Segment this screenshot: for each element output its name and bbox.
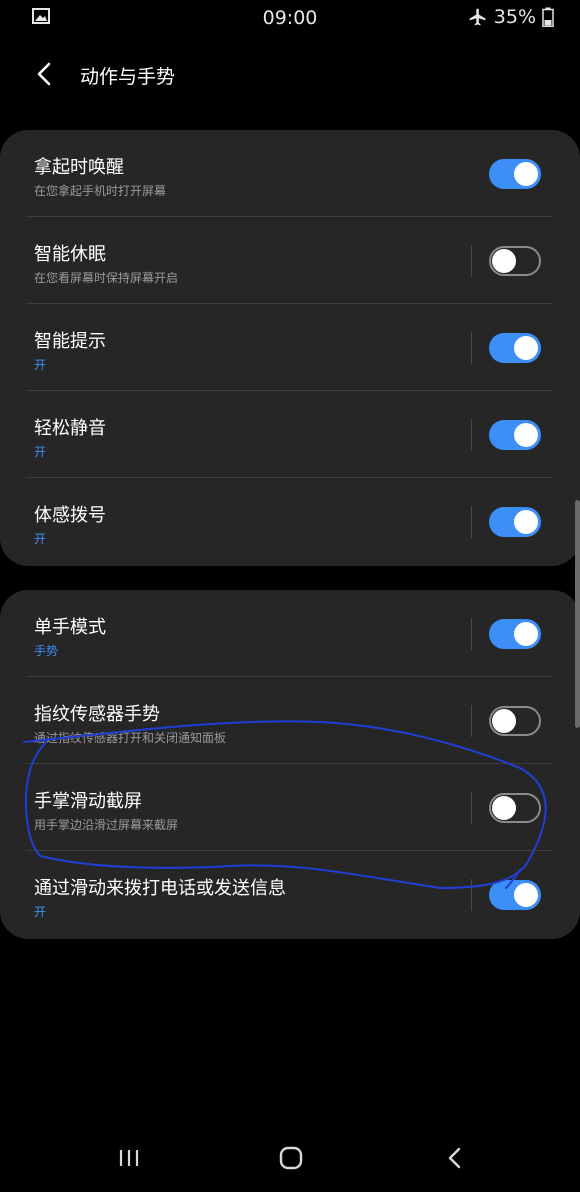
setting-title: 体感拨号 [34, 505, 106, 526]
setting-title: 智能提示 [34, 331, 106, 352]
setting-subtitle: 开 [34, 445, 47, 459]
vertical-separator [471, 618, 472, 650]
setting-smart-alert[interactable]: 智能提示 开 [0, 304, 580, 391]
setting-title: 单手模式 [34, 617, 106, 638]
vertical-separator [471, 245, 472, 277]
one-handed-mode-toggle[interactable] [489, 619, 541, 649]
smart-alert-toggle[interactable] [489, 333, 541, 363]
home-icon[interactable] [278, 1144, 304, 1172]
setting-title: 手掌滑动截屏 [34, 791, 142, 812]
toggle-knob [514, 510, 538, 534]
chevron-left-icon [37, 62, 51, 86]
status-bar: 09:00 35% [0, 0, 580, 36]
airplane-icon [469, 8, 486, 26]
vertical-separator [471, 506, 472, 538]
recents-icon[interactable] [116, 1144, 142, 1172]
fingerprint-gestures-toggle[interactable] [489, 706, 541, 736]
setting-fingerprint-gestures[interactable]: 指纹传感器手势 通过指纹传感器打开和关闭通知面板 [0, 677, 580, 764]
lift-to-wake-toggle[interactable] [489, 159, 541, 189]
vertical-separator [471, 792, 472, 824]
setting-direct-call[interactable]: 体感拨号 开 [0, 478, 580, 565]
back-icon[interactable] [442, 1144, 468, 1172]
vertical-separator [471, 879, 472, 911]
settings-card-gestures: 单手模式 手势 指纹传感器手势 通过指纹传感器打开和关闭通知面板 手掌滑动截屏 … [0, 590, 580, 939]
setting-title: 智能休眠 [34, 244, 106, 265]
setting-subtitle: 用手掌边沿滑过屏幕来截屏 [34, 818, 179, 832]
setting-swipe-to-call[interactable]: 通过滑动来拨打电话或发送信息 开 [0, 851, 580, 938]
toggle-knob [514, 162, 538, 186]
toggle-knob [514, 423, 538, 447]
vertical-separator [471, 332, 472, 364]
smart-stay-toggle[interactable] [489, 246, 541, 276]
vertical-separator [471, 705, 472, 737]
setting-subtitle: 开 [34, 358, 47, 372]
setting-title: 拿起时唤醒 [34, 157, 124, 178]
toggle-knob [514, 883, 538, 907]
swipe-to-call-toggle[interactable] [489, 880, 541, 910]
direct-call-toggle[interactable] [489, 507, 541, 537]
toggle-knob [514, 622, 538, 646]
setting-subtitle: 开 [34, 905, 47, 919]
status-right: 35% [468, 6, 554, 28]
battery-icon [542, 7, 554, 27]
battery-percent: 35% [493, 6, 536, 28]
setting-lift-to-wake[interactable]: 拿起时唤醒 在您拿起手机时打开屏幕 [0, 130, 580, 217]
toggle-knob [514, 336, 538, 360]
setting-subtitle: 在您看屏幕时保持屏幕开启 [34, 271, 179, 285]
setting-smart-stay[interactable]: 智能休眠 在您看屏幕时保持屏幕开启 [0, 217, 580, 304]
settings-card-motions: 拿起时唤醒 在您拿起手机时打开屏幕 智能休眠 在您看屏幕时保持屏幕开启 智能提示… [0, 130, 580, 566]
setting-easy-mute[interactable]: 轻松静音 开 [0, 391, 580, 478]
setting-subtitle: 通过指纹传感器打开和关闭通知面板 [34, 731, 227, 745]
setting-subtitle: 在您拿起手机时打开屏幕 [34, 184, 167, 198]
back-button[interactable] [28, 58, 60, 90]
setting-subtitle: 开 [34, 532, 47, 546]
setting-one-handed-mode[interactable]: 单手模式 手势 [0, 590, 580, 677]
scrollbar[interactable] [575, 500, 580, 728]
page-title: 动作与手势 [80, 66, 176, 88]
setting-palm-swipe-capture[interactable]: 手掌滑动截屏 用手掌边沿滑过屏幕来截屏 [0, 764, 580, 851]
setting-title: 通过滑动来拨打电话或发送信息 [34, 878, 286, 899]
setting-subtitle: 手势 [34, 644, 59, 658]
toggle-knob [492, 249, 516, 273]
header: 动作与手势 [0, 52, 580, 96]
palm-swipe-capture-toggle[interactable] [489, 793, 541, 823]
vertical-separator [471, 419, 472, 451]
toggle-knob [492, 796, 516, 820]
setting-title: 轻松静音 [34, 418, 106, 439]
navigation-bar [0, 1130, 580, 1186]
setting-title: 指纹传感器手势 [34, 704, 160, 725]
easy-mute-toggle[interactable] [489, 420, 541, 450]
toggle-knob [492, 709, 516, 733]
